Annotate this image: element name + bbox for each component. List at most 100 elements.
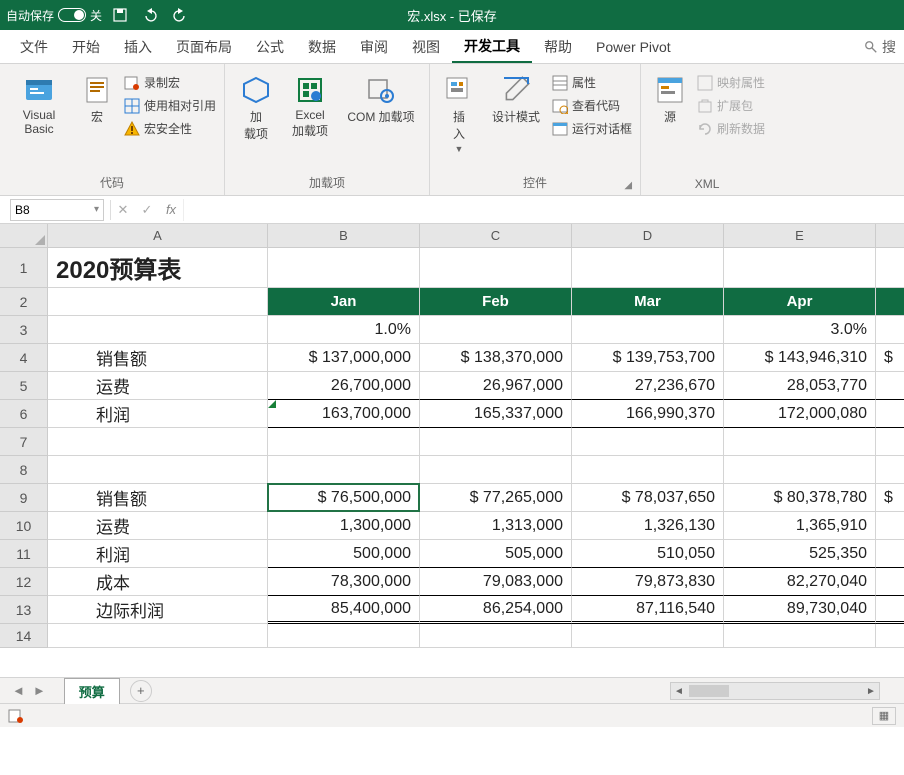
cell[interactable]: 79,083,000 [420,568,572,596]
cell[interactable]: $ 139,753,700 [572,344,724,372]
tab-layout[interactable]: 页面布局 [164,30,244,63]
cell[interactable] [48,316,268,344]
cell-label[interactable]: 利润 [48,400,268,428]
col-header[interactable]: B [268,224,420,248]
cell[interactable] [876,316,904,344]
row-header[interactable]: 8 [0,456,48,484]
cell-month[interactable]: Apr [724,288,876,316]
cell[interactable] [420,316,572,344]
cell-label[interactable]: 运费 [48,512,268,540]
cell[interactable] [48,288,268,316]
cell[interactable] [876,288,904,316]
cell[interactable] [724,624,876,648]
cell[interactable]: $ 77,265,000 [420,484,572,512]
cell[interactable]: 165,337,000 [420,400,572,428]
relative-ref-button[interactable]: 使用相对引用 [124,97,216,114]
cell[interactable]: 82,270,040 [724,568,876,596]
cell[interactable] [48,624,268,648]
cell[interactable] [876,512,904,540]
tab-home[interactable]: 开始 [60,30,112,63]
cell[interactable] [876,624,904,648]
cell[interactable]: $ 138,370,000 [420,344,572,372]
view-code-button[interactable]: 查看代码 [552,97,632,114]
excel-addins-button[interactable]: Excel 加载项 [285,68,335,139]
expansion-pack-button[interactable]: 扩展包 [697,97,765,114]
col-header[interactable]: E [724,224,876,248]
cell-label[interactable]: 成本 [48,568,268,596]
formula-input[interactable] [183,199,904,221]
visual-basic-button[interactable]: Visual Basic [8,68,70,136]
cell[interactable] [420,624,572,648]
scroll-thumb[interactable] [689,685,729,697]
cell[interactable] [572,316,724,344]
cell[interactable]: 86,254,000 [420,596,572,624]
cell[interactable]: $ 143,946,310 [724,344,876,372]
cell[interactable] [876,400,904,428]
cell[interactable]: 85,400,000 [268,596,420,624]
cell[interactable]: 505,000 [420,540,572,568]
cell[interactable] [876,372,904,400]
cell-label[interactable]: 利润 [48,540,268,568]
row-header[interactable]: 4 [0,344,48,372]
cell[interactable]: $ 80,378,780 [724,484,876,512]
redo-icon[interactable] [172,7,188,23]
cell-label[interactable]: 运费 [48,372,268,400]
row-header[interactable]: 2 [0,288,48,316]
tab-developer[interactable]: 开发工具 [452,30,532,63]
design-mode-button[interactable]: 设计模式 [486,68,546,125]
dialog-launcher-icon[interactable]: ◢ [624,180,632,191]
cell[interactable] [876,568,904,596]
cell[interactable] [724,248,876,288]
macros-button[interactable]: 宏 [76,68,118,125]
col-header[interactable]: D [572,224,724,248]
cell[interactable] [420,456,572,484]
cell[interactable] [876,596,904,624]
cell[interactable]: 163,700,000 [268,400,420,428]
source-button[interactable]: 源 [649,68,691,125]
cell[interactable] [572,624,724,648]
cell-label[interactable]: 销售额 [48,344,268,372]
run-dialog-button[interactable]: 运行对话框 [552,120,632,137]
cell[interactable] [724,428,876,456]
cell[interactable]: 27,236,670 [572,372,724,400]
tab-view[interactable]: 视图 [400,30,452,63]
cell[interactable] [876,456,904,484]
fx-icon[interactable]: fx [159,202,183,217]
row-header[interactable]: 9 [0,484,48,512]
macro-record-status-icon[interactable] [8,708,24,724]
tab-formulas[interactable]: 公式 [244,30,296,63]
macro-security-button[interactable]: 宏安全性 [124,120,216,137]
cell[interactable]: $ 76,500,000 [268,484,420,512]
cell-month[interactable]: Feb [420,288,572,316]
spreadsheet-grid[interactable]: A B C D E 1 2 3 4 5 6 7 8 9 10 11 12 13 … [0,224,904,677]
row-header[interactable]: 3 [0,316,48,344]
cell[interactable] [48,428,268,456]
add-sheet-button[interactable]: + [130,680,152,702]
cell-label[interactable]: 销售额 [48,484,268,512]
undo-icon[interactable] [142,7,158,23]
cell-month[interactable]: Jan [268,288,420,316]
cell[interactable] [268,624,420,648]
view-normal-button[interactable]: ▦ [872,707,896,725]
row-header[interactable]: 7 [0,428,48,456]
row-header[interactable]: 11 [0,540,48,568]
cell[interactable]: 500,000 [268,540,420,568]
cell[interactable]: 172,000,080 [724,400,876,428]
insert-control-button[interactable]: 插 入 ▼ [438,68,480,154]
cell[interactable] [268,428,420,456]
cell[interactable]: 1,300,000 [268,512,420,540]
cell[interactable]: 1,313,000 [420,512,572,540]
col-header[interactable]: C [420,224,572,248]
refresh-data-button[interactable]: 刷新数据 [697,120,765,137]
cell[interactable]: 1,365,910 [724,512,876,540]
autosave-toggle[interactable]: 自动保存 关 [6,7,102,24]
cell[interactable]: 1.0% [268,316,420,344]
col-header[interactable]: A [48,224,268,248]
addins-button[interactable]: 加 载项 [233,68,279,142]
save-icon[interactable] [112,7,128,23]
map-properties-button[interactable]: 映射属性 [697,74,765,91]
tab-file[interactable]: 文件 [8,30,60,63]
cell[interactable]: 87,116,540 [572,596,724,624]
cell[interactable]: $ [876,484,904,512]
properties-button[interactable]: 属性 [552,74,632,91]
